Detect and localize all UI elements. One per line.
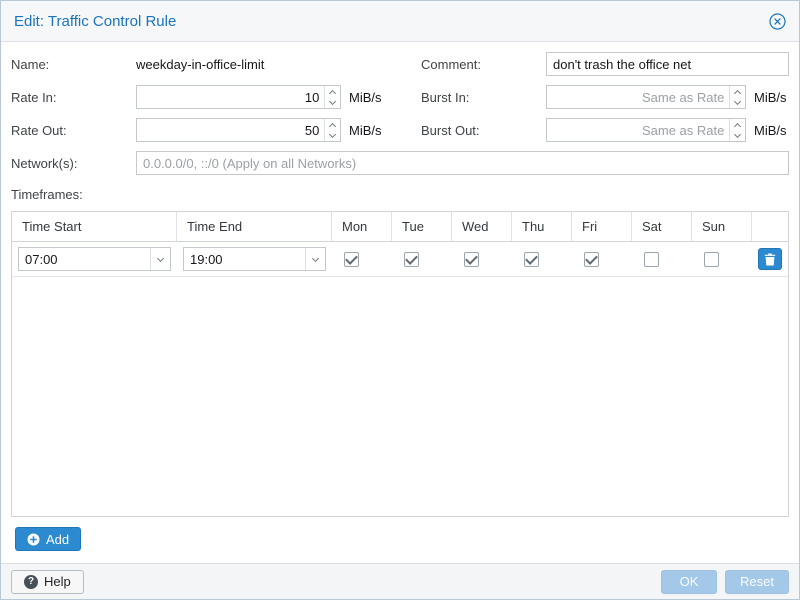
timeframes-label: Timeframes: [11, 187, 789, 202]
spinner-up-icon[interactable] [730, 86, 745, 97]
reset-button-label: Reset [740, 574, 774, 589]
burst-out-field [546, 118, 746, 142]
dialog-body: Name: weekday-in-office-limit Comment: R… [1, 42, 799, 563]
column-header-wed[interactable]: Wed [452, 212, 512, 241]
comment-label: Comment: [421, 57, 546, 72]
row-name-comment: Name: weekday-in-office-limit Comment: [11, 52, 789, 76]
burst-in-label: Burst In: [421, 90, 546, 105]
rate-out-label: Rate Out: [11, 123, 136, 138]
networks-input[interactable] [137, 152, 788, 174]
ok-button[interactable]: OK [661, 570, 717, 594]
column-header-mon[interactable]: Mon [332, 212, 392, 241]
burst-in-unit: MiB/s [754, 90, 787, 105]
networks-label: Network(s): [11, 156, 136, 171]
rate-out-input[interactable] [137, 119, 324, 141]
time-start-select[interactable]: 07:00 [18, 247, 171, 271]
dialog-titlebar: Edit: Traffic Control Rule [1, 1, 799, 42]
column-header-tue[interactable]: Tue [392, 212, 452, 241]
row-rate-out-burst-out: Rate Out: MiB/s Burst Out: [11, 118, 789, 142]
column-header-actions [752, 212, 788, 241]
comment-field [546, 52, 789, 76]
rate-in-field [136, 85, 341, 109]
burst-in-field [546, 85, 746, 109]
burst-out-unit: MiB/s [754, 123, 787, 138]
spinner-down-icon[interactable] [325, 97, 340, 108]
wed-checkbox[interactable] [464, 252, 479, 267]
edit-traffic-control-rule-dialog: Edit: Traffic Control Rule Name: weekday… [0, 0, 800, 600]
column-header-sun[interactable]: Sun [692, 212, 752, 241]
rate-out-unit: MiB/s [349, 123, 382, 138]
sun-checkbox[interactable] [704, 252, 719, 267]
chevron-down-icon[interactable] [150, 248, 170, 270]
burst-in-input[interactable] [547, 86, 729, 108]
networks-field [136, 151, 789, 175]
time-end-cell: 19:00 [177, 247, 332, 271]
time-start-value: 07:00 [19, 252, 150, 267]
rate-in-input[interactable] [137, 86, 324, 108]
reset-button[interactable]: Reset [725, 570, 789, 594]
column-header-time-start[interactable]: Time Start [12, 212, 177, 241]
chevron-down-icon[interactable] [305, 248, 325, 270]
rate-out-spinner [324, 119, 340, 141]
spinner-up-icon[interactable] [730, 119, 745, 130]
column-header-thu[interactable]: Thu [512, 212, 572, 241]
rate-out-field [136, 118, 341, 142]
help-button-label: Help [44, 574, 71, 589]
rate-in-unit: MiB/s [349, 90, 382, 105]
dialog-footer: ? Help OK Reset [1, 563, 799, 599]
row-rate-in-burst-in: Rate In: MiB/s Burst In: [11, 85, 789, 109]
column-header-sat[interactable]: Sat [632, 212, 692, 241]
timeframes-empty-area [12, 277, 788, 516]
timeframes-table-header: Time Start Time End Mon Tue Wed Thu Fri … [12, 212, 788, 242]
spinner-down-icon[interactable] [730, 130, 745, 141]
spinner-down-icon[interactable] [325, 130, 340, 141]
comment-input[interactable] [547, 53, 788, 75]
name-label: Name: [11, 57, 136, 72]
burst-out-spinner [729, 119, 745, 141]
trash-icon [764, 253, 776, 266]
mon-checkbox[interactable] [344, 252, 359, 267]
burst-out-label: Burst Out: [421, 123, 546, 138]
fri-checkbox[interactable] [584, 252, 599, 267]
time-end-value: 19:00 [184, 252, 305, 267]
tue-checkbox[interactable] [404, 252, 419, 267]
ok-button-label: OK [680, 574, 699, 589]
help-button[interactable]: ? Help [11, 570, 84, 594]
burst-out-input[interactable] [547, 119, 729, 141]
rate-in-label: Rate In: [11, 90, 136, 105]
name-value: weekday-in-office-limit [136, 57, 264, 72]
column-header-time-end[interactable]: Time End [177, 212, 332, 241]
thu-checkbox[interactable] [524, 252, 539, 267]
column-header-fri[interactable]: Fri [572, 212, 632, 241]
timeframe-row: 07:00 19:00 [12, 242, 788, 277]
burst-in-spinner [729, 86, 745, 108]
spinner-down-icon[interactable] [730, 97, 745, 108]
plus-circle-icon [27, 533, 40, 546]
question-circle-icon: ? [24, 575, 38, 589]
spinner-up-icon[interactable] [325, 119, 340, 130]
timeframes-table: Time Start Time End Mon Tue Wed Thu Fri … [11, 211, 789, 517]
sat-checkbox[interactable] [644, 252, 659, 267]
close-icon[interactable] [769, 13, 786, 30]
rate-in-spinner [324, 86, 340, 108]
time-end-select[interactable]: 19:00 [183, 247, 326, 271]
add-button-label: Add [46, 532, 69, 547]
row-networks: Network(s): [11, 151, 789, 175]
dialog-title: Edit: Traffic Control Rule [14, 13, 176, 30]
time-start-cell: 07:00 [12, 247, 177, 271]
add-timeframe-button[interactable]: Add [15, 527, 81, 551]
delete-row-button[interactable] [758, 248, 782, 270]
spinner-up-icon[interactable] [325, 86, 340, 97]
